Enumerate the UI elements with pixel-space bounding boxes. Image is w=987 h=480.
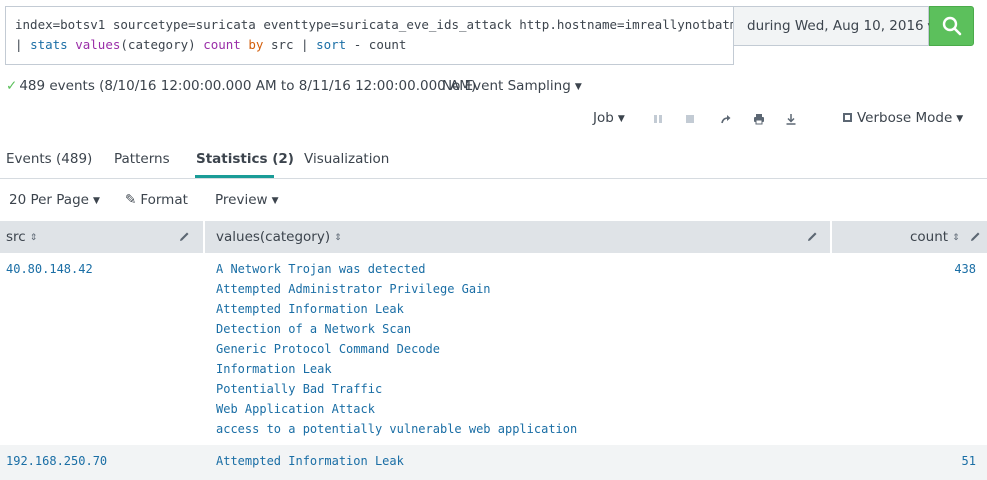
edit-column-icon[interactable]: [805, 230, 819, 244]
edit-column-icon[interactable]: [177, 230, 191, 244]
tab-statistics[interactable]: Statistics (2): [196, 151, 294, 167]
category-value[interactable]: Information Leak: [216, 359, 577, 379]
category-cell: Attempted Information Leak: [216, 451, 404, 471]
tab-visualization[interactable]: Visualization: [304, 151, 389, 167]
count-cell[interactable]: 438: [954, 259, 976, 279]
pencil-icon: ✎: [125, 192, 137, 208]
active-tab-indicator: [195, 175, 274, 178]
event-summary: 489 events (8/10/16 12:00:00.000 AM to 8…: [19, 78, 477, 94]
print-icon[interactable]: [752, 111, 766, 127]
category-value[interactable]: Potentially Bad Traffic: [216, 379, 577, 399]
sort-icon: ⇕: [334, 233, 342, 243]
column-header-count[interactable]: count ⇕: [910, 221, 960, 253]
table-header: src ⇕ values(category) ⇕ count ⇕: [0, 221, 987, 253]
category-value[interactable]: Generic Protocol Command Decode: [216, 339, 577, 359]
search-icon: [942, 16, 961, 36]
search-submit-button[interactable]: [929, 6, 974, 46]
time-range-picker[interactable]: during Wed, Aug 10, 2016▼: [734, 6, 935, 46]
results-tabs: Events (489) Patterns Statistics (2) Vis…: [0, 138, 987, 179]
category-value[interactable]: Web Application Attack: [216, 399, 577, 419]
category-value[interactable]: A Network Trojan was detected: [216, 259, 577, 279]
caret-down-icon: ▼: [956, 114, 964, 124]
preview-dropdown[interactable]: Preview ▼: [215, 192, 278, 208]
category-cell: A Network Trojan was detected Attempted …: [216, 259, 577, 439]
sort-icon: ⇕: [29, 233, 38, 243]
preview-label: Preview: [215, 192, 268, 208]
category-value[interactable]: Detection of a Network Scan: [216, 319, 577, 339]
mode-icon: [843, 113, 852, 122]
search-mode-dropdown[interactable]: Verbose Mode ▼: [843, 110, 963, 128]
search-status: ✓ 489 events (8/10/16 12:00:00.000 AM to …: [6, 78, 476, 94]
count-cell[interactable]: 51: [962, 451, 976, 471]
caret-down-icon: ▼: [92, 196, 100, 206]
column-header-src[interactable]: src ⇕: [6, 221, 37, 253]
search-query-input[interactable]: index=botsv1 sourcetype=suricata eventty…: [5, 6, 734, 65]
tab-events[interactable]: Events (489): [6, 151, 92, 167]
pause-icon[interactable]: [651, 111, 665, 127]
sort-icon: ⇕: [952, 233, 960, 243]
search-query-line-1: index=botsv1 sourcetype=suricata eventty…: [15, 17, 734, 32]
event-sampling-dropdown[interactable]: No Event Sampling ▼: [442, 78, 582, 94]
job-menu[interactable]: Job ▼: [593, 110, 625, 128]
share-icon[interactable]: [719, 111, 733, 127]
caret-down-icon: ▼: [617, 114, 625, 124]
search-mode-label: Verbose Mode: [857, 110, 953, 126]
per-page-label: 20 Per Page: [9, 192, 89, 208]
stop-icon[interactable]: [683, 111, 697, 127]
job-menu-label: Job: [593, 110, 614, 126]
table-row: 192.168.250.70 Attempted Information Lea…: [0, 445, 987, 480]
check-icon: ✓: [6, 78, 18, 94]
caret-down-icon: ▼: [574, 82, 582, 92]
tab-patterns[interactable]: Patterns: [114, 151, 170, 167]
src-cell[interactable]: 192.168.250.70: [6, 451, 107, 471]
column-divider: [203, 221, 205, 253]
search-query-line-2: | stats values(category) count by src | …: [15, 37, 407, 52]
event-sampling-label: No Event Sampling: [442, 78, 571, 94]
per-page-dropdown[interactable]: 20 Per Page ▼: [9, 192, 100, 208]
export-icon[interactable]: [784, 111, 798, 127]
column-divider: [830, 221, 832, 253]
column-header-values-category[interactable]: values(category) ⇕: [216, 221, 342, 253]
format-label: Format: [140, 192, 188, 208]
caret-down-icon: ▼: [271, 196, 279, 206]
category-value[interactable]: access to a potentially vulnerable web a…: [216, 419, 577, 439]
category-value[interactable]: Attempted Information Leak: [216, 451, 404, 471]
format-button[interactable]: ✎ Format: [125, 192, 188, 208]
time-range-label: during Wed, Aug 10, 2016: [747, 18, 924, 34]
edit-column-icon[interactable]: [968, 230, 982, 244]
category-value[interactable]: Attempted Information Leak: [216, 299, 577, 319]
category-value[interactable]: Attempted Administrator Privilege Gain: [216, 279, 577, 299]
table-row: 40.80.148.42 A Network Trojan was detect…: [0, 253, 987, 445]
src-cell[interactable]: 40.80.148.42: [6, 259, 93, 279]
